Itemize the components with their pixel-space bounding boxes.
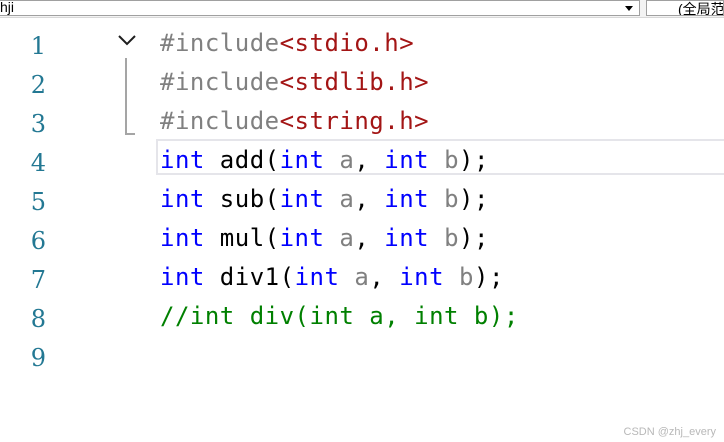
line-number: 2 [30, 71, 46, 99]
line-number: 9 [30, 344, 46, 372]
code-token: int [160, 224, 205, 252]
code-token: int [279, 185, 325, 213]
code-text[interactable]: int div1(int a, int b); [160, 263, 504, 291]
code-token: sub( [204, 185, 280, 213]
line-number: 1 [30, 32, 46, 60]
code-line[interactable]: 4 int add(int a, int b); [0, 141, 724, 180]
code-token: int [384, 224, 430, 252]
code-token: ); [459, 185, 489, 213]
chevron-down-icon[interactable] [625, 6, 633, 11]
code-line[interactable]: 7 int div1(int a, int b); [0, 258, 724, 297]
code-line[interactable]: 3 #include<string.h> [0, 102, 724, 141]
line-number: 7 [30, 266, 46, 294]
line-number: 3 [30, 110, 46, 138]
code-token: <string.h> [279, 107, 430, 135]
scope-dropdown-value: hji [0, 0, 15, 15]
code-text[interactable]: int sub(int a, int b); [160, 185, 489, 213]
code-token: , [354, 146, 385, 174]
code-token: int [160, 185, 205, 213]
code-line[interactable]: 9 [0, 336, 724, 375]
code-token: ); [474, 263, 504, 291]
code-text[interactable]: #include<stdio.h> [160, 29, 414, 57]
code-token: a [354, 263, 370, 291]
code-token: int [279, 146, 325, 174]
code-token: //int div(int a, int b); [160, 302, 519, 330]
code-token: ); [459, 224, 489, 252]
scope-dropdown[interactable]: hji [0, 0, 640, 16]
code-token: b [459, 263, 474, 291]
watermark: CSDN @zhj_every [623, 426, 716, 438]
code-text[interactable]: #include<string.h> [160, 107, 429, 135]
code-line[interactable]: 6 int mul(int a, int b); [0, 219, 724, 258]
code-token: int [399, 263, 445, 291]
code-text[interactable]: //int div(int a, int b); [160, 302, 519, 330]
code-token: int [160, 263, 205, 291]
code-token: b [444, 185, 460, 213]
code-token: a [339, 146, 355, 174]
code-token: int [279, 224, 325, 252]
code-token: #include [160, 68, 280, 96]
line-number: 8 [30, 305, 46, 333]
line-number: 5 [30, 188, 46, 216]
code-token: div1( [204, 263, 295, 291]
code-text[interactable]: int mul(int a, int b); [160, 224, 489, 252]
code-token: a [339, 185, 355, 213]
code-token: , [369, 263, 400, 291]
code-text[interactable]: #include<stdlib.h> [160, 68, 429, 96]
code-token: <stdio.h> [279, 29, 415, 57]
code-token: int [160, 146, 205, 174]
code-text[interactable]: int add(int a, int b); [160, 146, 489, 174]
code-token: add( [204, 146, 280, 174]
code-token: b [444, 224, 460, 252]
code-token: mul( [204, 224, 280, 252]
code-line[interactable]: 5 int sub(int a, int b); [0, 180, 724, 219]
code-token: #include [160, 29, 280, 57]
code-token: a [339, 224, 355, 252]
member-dropdown[interactable]: (全局范围) [646, 0, 724, 16]
code-token: int [384, 185, 430, 213]
code-line[interactable]: 1 #include<stdio.h> [0, 24, 724, 63]
navigation-bar: hji (全局范围) [0, 0, 724, 18]
code-token: <stdlib.h> [279, 68, 430, 96]
member-dropdown-value: (全局范围) [678, 1, 724, 16]
code-token: #include [160, 107, 280, 135]
code-token: , [354, 224, 385, 252]
line-number: 6 [30, 227, 46, 255]
code-line[interactable]: 2 #include<stdlib.h> [0, 63, 724, 102]
code-token: int [384, 146, 430, 174]
code-line[interactable]: 8 //int div(int a, int b); [0, 297, 724, 336]
code-token: ); [459, 146, 489, 174]
code-token: , [354, 185, 385, 213]
line-number: 4 [30, 149, 46, 177]
code-token: b [444, 146, 460, 174]
code-token: int [294, 263, 340, 291]
